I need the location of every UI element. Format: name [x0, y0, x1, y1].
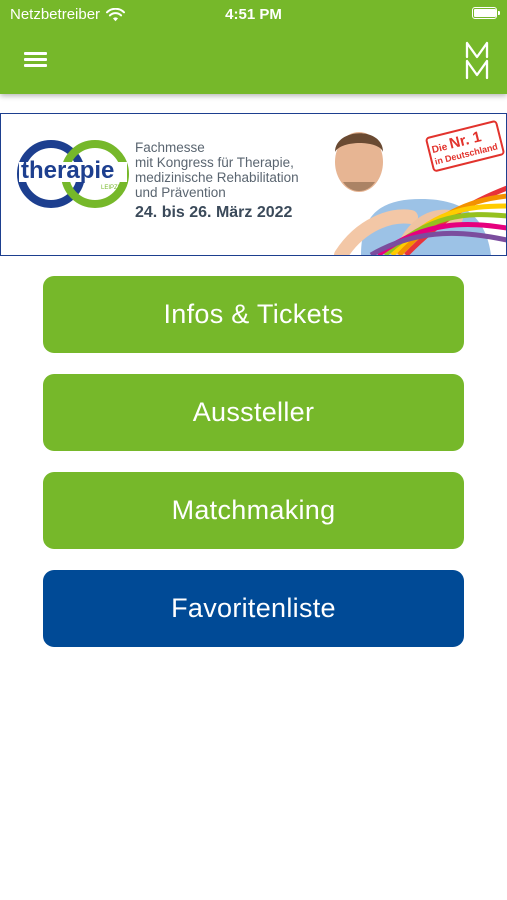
matchmaking-button[interactable]: Matchmaking	[43, 472, 464, 549]
battery-icon	[472, 7, 500, 19]
app-header: Netzbetreiber 4:51 PM	[0, 0, 507, 94]
banner-line: mit Kongress für Therapie,	[135, 155, 294, 170]
therapie-logo: therapie LEIPZIG	[17, 140, 129, 208]
aussteller-button[interactable]: Aussteller	[43, 374, 464, 451]
banner-line: und Prävention	[135, 185, 226, 200]
status-bar: Netzbetreiber 4:51 PM	[0, 0, 507, 28]
banner-date: 24. bis 26. März 2022	[135, 204, 293, 221]
battery-level	[474, 9, 496, 17]
banner-description: Fachmesse mit Kongress für Therapie, med…	[135, 140, 299, 200]
hamburger-menu-icon[interactable]	[24, 50, 47, 68]
leipziger-messe-logo-icon[interactable]	[465, 40, 489, 80]
event-banner[interactable]: therapie LEIPZIG Fachmesse mit Kongress …	[0, 113, 507, 256]
infos-tickets-button[interactable]: Infos & Tickets	[43, 276, 464, 353]
status-time: 4:51 PM	[225, 6, 282, 23]
logo-sub: LEIPZIG	[101, 185, 124, 191]
favoritenliste-button[interactable]: Favoritenliste	[43, 570, 464, 647]
banner-line: Fachmesse	[135, 140, 205, 155]
banner-line: medizinische Rehabilitation	[135, 170, 299, 185]
logo-word: therapie	[21, 157, 114, 184]
